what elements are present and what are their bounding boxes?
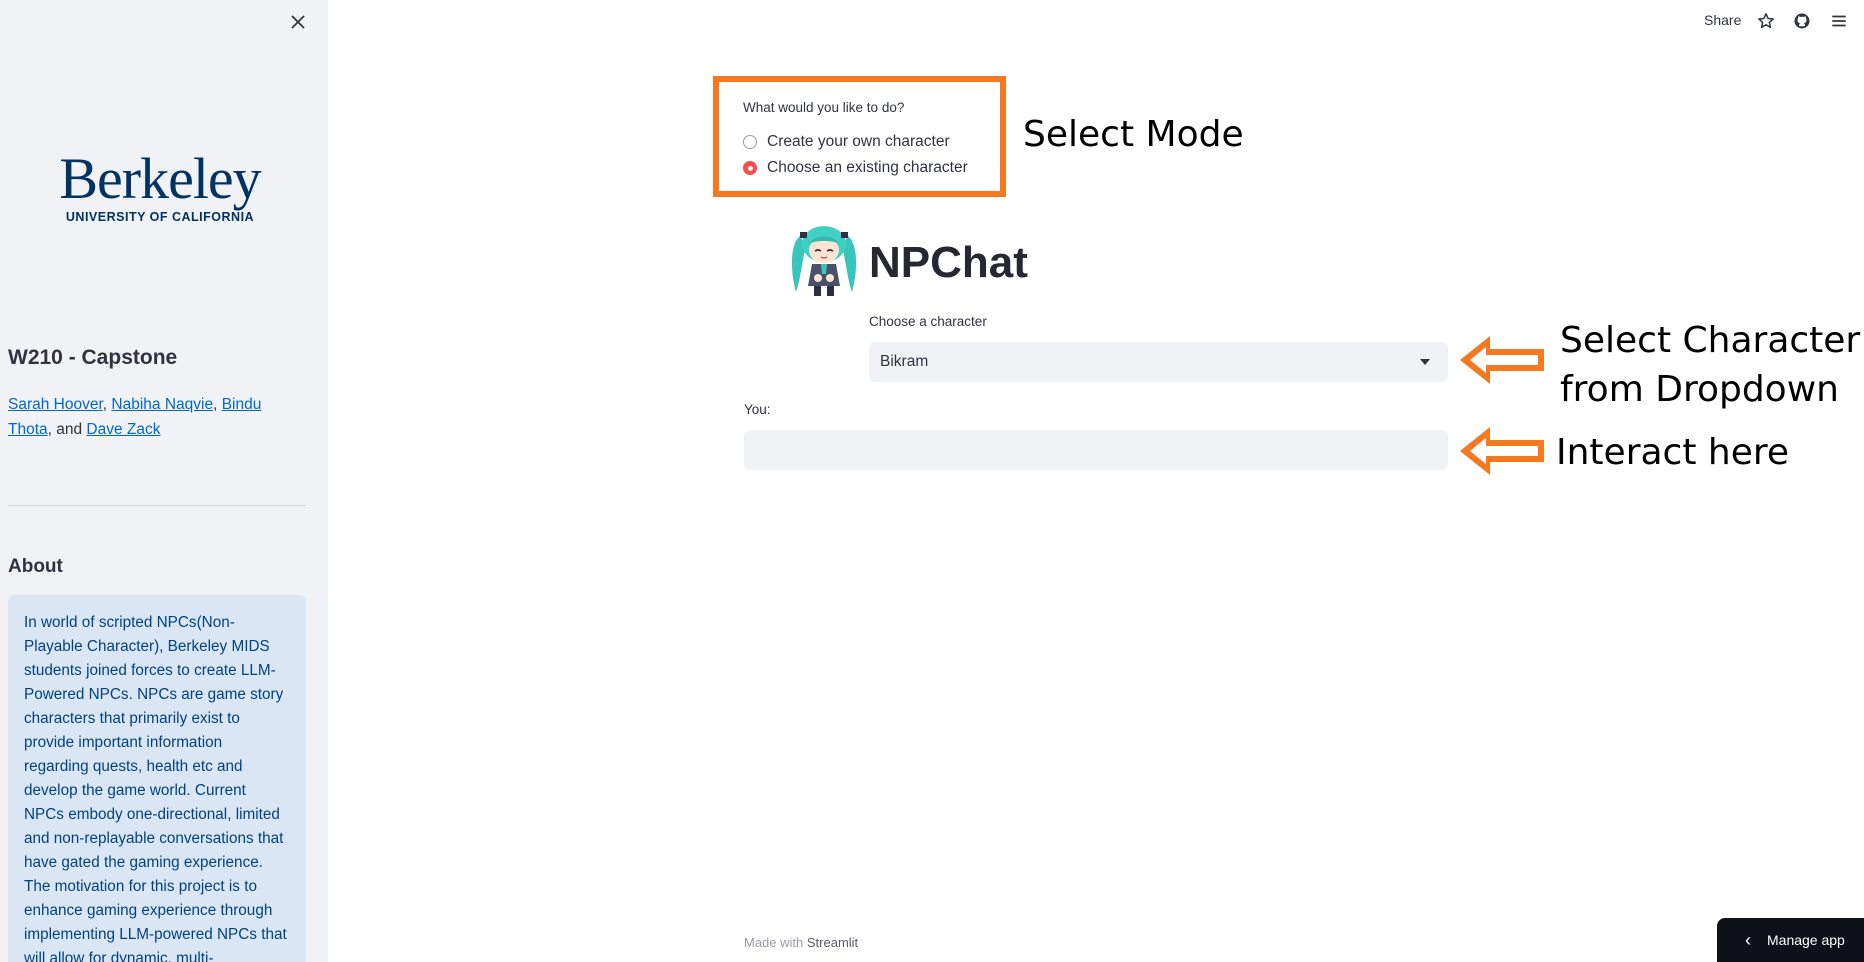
github-icon: [1794, 13, 1810, 29]
sidebar-divider: [8, 505, 306, 506]
github-button[interactable]: [1792, 11, 1812, 31]
author-link[interactable]: Dave Zack: [86, 421, 160, 438]
about-info-box: In world of scripted NPCs(Non-Playable C…: [8, 595, 306, 962]
about-text: In world of scripted NPCs(Non-Playable C…: [24, 614, 287, 962]
star-icon: [1758, 13, 1774, 29]
annotation-arrow-left-icon: [1460, 427, 1544, 475]
app-title: NPChat: [869, 238, 1028, 287]
character-select[interactable]: Bikram: [869, 342, 1448, 382]
logo-wordmark: Berkeley: [59, 146, 261, 211]
annotation-interact-here: Interact here: [1556, 432, 1790, 473]
authors-list: Sarah Hoover, Nabiha Naqvie, Bindu Thota…: [8, 396, 262, 438]
star-button[interactable]: [1756, 11, 1776, 31]
caret-down-icon: [1420, 359, 1430, 365]
streamlit-link[interactable]: Streamlit: [807, 935, 858, 950]
radio-choose-character[interactable]: Choose an existing character: [743, 159, 968, 177]
close-sidebar-button[interactable]: [286, 10, 310, 34]
menu-icon: [1832, 15, 1846, 27]
about-heading: About: [8, 556, 63, 577]
sidebar: Berkeley UNIVERSITY OF CALIFORNIA W210 -…: [0, 0, 328, 962]
footer: Made with Streamlit: [744, 935, 859, 950]
annotation-arrow-left-icon: [1460, 336, 1544, 384]
chevron-left-icon: ‹: [1745, 930, 1751, 950]
annotation-select-mode: Select Mode: [1023, 114, 1244, 155]
radio-selected-icon: [743, 161, 757, 175]
manage-app-button[interactable]: ‹ Manage app: [1717, 918, 1864, 962]
author-link[interactable]: Nabiha Naqvie: [111, 396, 213, 413]
logo-subtitle: UNIVERSITY OF CALIFORNIA: [65, 210, 255, 224]
share-button[interactable]: Share: [1704, 12, 1741, 28]
radio-create-character[interactable]: Create your own character: [743, 133, 950, 151]
author-link[interactable]: Sarah Hoover: [8, 396, 103, 413]
sidebar-title: W210 - Capstone: [8, 346, 178, 369]
main-menu-button[interactable]: [1829, 11, 1849, 31]
mode-label: What would you like to do?: [743, 100, 905, 115]
annotation-select-character: Select Character: [1560, 320, 1861, 361]
character-select-label: Choose a character: [869, 314, 987, 329]
close-icon: [291, 15, 305, 29]
chat-input-label: You:: [744, 402, 771, 417]
chat-input[interactable]: [744, 430, 1448, 470]
mode-radio-group: What would you like to do? Create your o…: [713, 76, 1006, 197]
chibi-avatar-icon: [791, 226, 857, 296]
berkeley-logo: Berkeley UNIVERSITY OF CALIFORNIA: [40, 150, 280, 240]
character-select-value: Bikram: [880, 353, 929, 370]
annotation-from-dropdown: from Dropdown: [1560, 369, 1839, 410]
radio-unselected-icon: [743, 135, 757, 149]
